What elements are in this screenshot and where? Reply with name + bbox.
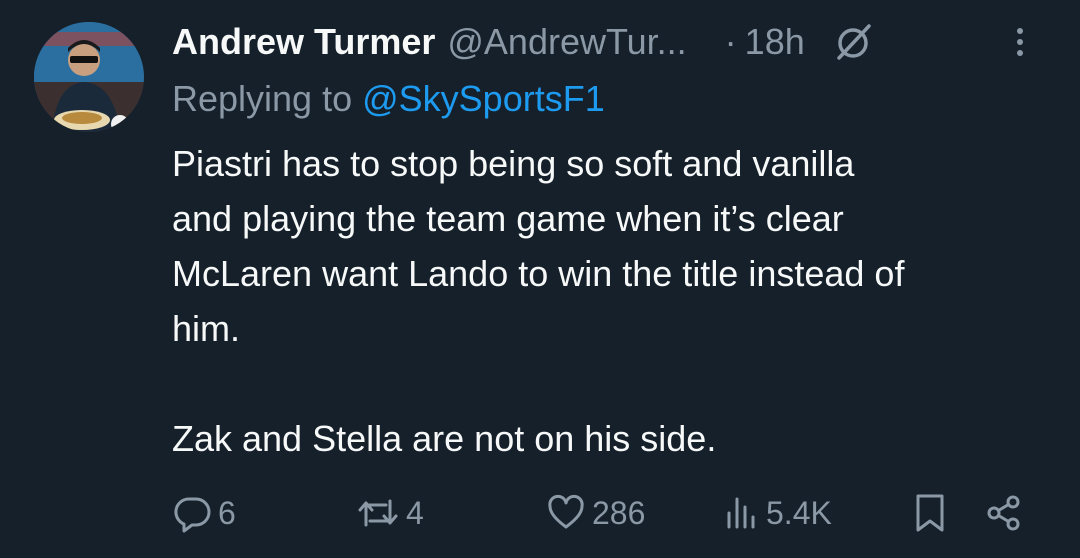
share-icon	[987, 495, 1020, 531]
views-button[interactable]: 5.4K	[724, 488, 832, 538]
reply-button[interactable]: 6	[172, 488, 236, 538]
repost-icon	[358, 499, 398, 527]
grok-icon[interactable]	[831, 20, 875, 64]
repost-button[interactable]: 4	[356, 488, 424, 538]
replying-to-link[interactable]: @SkySportsF1	[362, 78, 605, 119]
replying-to: Replying to @SkySportsF1	[172, 78, 605, 120]
tweet-body: Piastri has to stop being so soft and va…	[172, 136, 1052, 466]
share-button[interactable]	[984, 488, 1024, 538]
replying-prefix: Replying to	[172, 78, 363, 119]
tweet-time[interactable]: 18h	[745, 21, 805, 63]
reply-count: 6	[218, 494, 236, 531]
avatar-photo	[34, 22, 144, 132]
like-count: 286	[592, 494, 646, 531]
separator-dot: ·	[724, 21, 737, 62]
heart-icon	[548, 494, 584, 529]
author-name[interactable]: Andrew Turmer	[172, 21, 435, 63]
action-bar: 6 4 286 5.4K	[172, 488, 1030, 538]
author-handle[interactable]: @AndrewTur...	[447, 21, 686, 63]
like-button[interactable]: 286	[546, 488, 645, 538]
tweet-paragraph: Zak and Stella are not on his side.	[172, 418, 717, 459]
avatar[interactable]	[34, 22, 144, 132]
repost-count: 4	[406, 494, 424, 531]
bookmark-icon	[916, 494, 944, 532]
views-icon	[727, 497, 755, 529]
tweet-paragraph: Piastri has to stop being so soft and va…	[172, 143, 905, 349]
reply-icon	[174, 497, 211, 533]
bookmark-button[interactable]	[912, 488, 948, 538]
views-count: 5.4K	[766, 494, 832, 531]
tweet-header: Andrew Turmer @AndrewTur... · 18h	[172, 18, 1040, 66]
more-icon[interactable]	[1002, 24, 1038, 60]
